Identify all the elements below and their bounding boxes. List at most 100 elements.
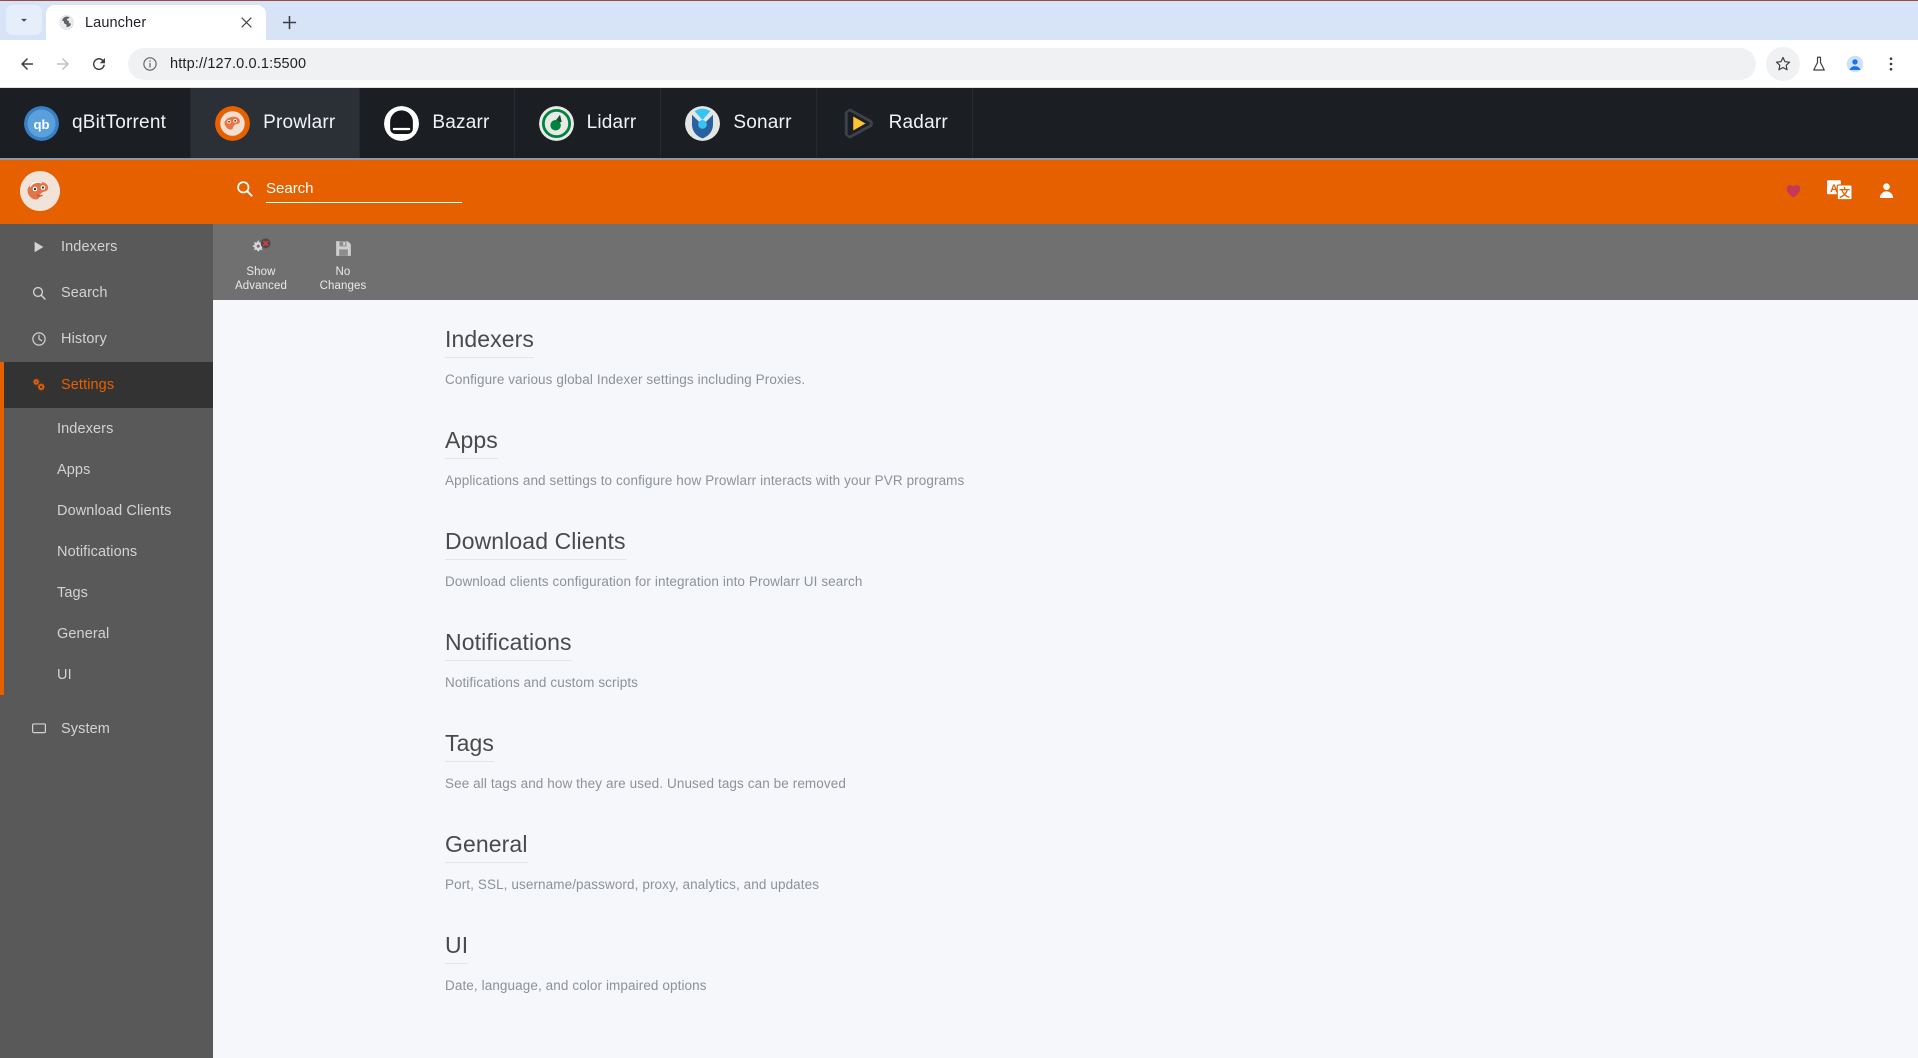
launcher-item-qbittorrent[interactable]: qb qBitTorrent xyxy=(0,88,192,158)
browser-toolbar-actions xyxy=(1766,46,1908,81)
tab-close-button[interactable] xyxy=(236,13,256,33)
settings-section-apps[interactable]: Apps Applications and settings to config… xyxy=(445,427,1918,488)
bazarr-icon xyxy=(384,105,420,141)
settings-section-title: Notifications xyxy=(445,629,572,661)
settings-section-title: Tags xyxy=(445,730,494,762)
advanced-settings-off-icon xyxy=(249,235,273,261)
settings-section-general[interactable]: General Port, SSL, username/password, pr… xyxy=(445,831,1918,892)
no-changes-button[interactable]: No Changes xyxy=(305,233,381,293)
tool-button-label-line1: Show xyxy=(246,266,276,278)
show-advanced-button[interactable]: Show Advanced xyxy=(223,233,299,293)
launcher-item-radarr[interactable]: Radarr xyxy=(817,88,973,158)
launcher-item-lidarr[interactable]: Lidarr xyxy=(515,88,662,158)
settings-section-title: Apps xyxy=(445,427,498,459)
settings-section-indexers[interactable]: Indexers Configure various global Indexe… xyxy=(445,326,1918,387)
sidebar-item-settings[interactable]: Settings xyxy=(0,362,213,408)
tool-button-label-line2: Advanced xyxy=(235,279,287,292)
sidebar-item-label: Indexers xyxy=(61,239,118,255)
sidebar-subitem-label: Apps xyxy=(57,461,91,478)
sidebar-item-search[interactable]: Search xyxy=(0,270,213,316)
search-icon xyxy=(30,285,47,301)
sidebar-item-settings-download-clients[interactable]: Download Clients xyxy=(0,490,213,531)
tool-button-label-line1: No xyxy=(335,266,351,278)
save-disk-icon xyxy=(333,235,354,261)
launcher-label: qBitTorrent xyxy=(72,112,167,133)
sidebar-item-indexers[interactable]: Indexers xyxy=(0,224,213,270)
sidebar-item-label: Search xyxy=(61,285,108,301)
bookmark-star-button[interactable] xyxy=(1766,46,1800,81)
sidebar-subitem-label: Download Clients xyxy=(57,502,172,519)
settings-section-description: Port, SSL, username/password, proxy, ana… xyxy=(445,877,820,892)
sidebar-subitem-label: Tags xyxy=(57,584,89,601)
launcher-item-sonarr[interactable]: Sonarr xyxy=(661,88,817,158)
launcher-item-bazarr[interactable]: Bazarr xyxy=(360,88,515,158)
chevron-down-icon xyxy=(21,18,27,22)
settings-section-tags[interactable]: Tags See all tags and how they are used.… xyxy=(445,730,1918,791)
settings-section-ui[interactable]: UI Date, language, and color impaired op… xyxy=(445,932,1918,993)
qbittorrent-icon: qb xyxy=(24,105,59,141)
reload-button[interactable] xyxy=(82,47,116,81)
app-launcher-bar: qb qBitTorrent Prowlarr Bazarr Lidarr So… xyxy=(0,88,1918,160)
app-header: A 文 xyxy=(0,160,1918,221)
settings-section-download-clients[interactable]: Download Clients Download clients config… xyxy=(445,528,1918,589)
back-button[interactable] xyxy=(10,47,44,81)
browser-toolbar: http://127.0.0.1:5500 xyxy=(0,40,1918,88)
settings-section-title: Download Clients xyxy=(445,528,626,560)
settings-section-title: Indexers xyxy=(445,326,535,358)
close-icon xyxy=(240,17,252,28)
sidebar-item-settings-general[interactable]: General xyxy=(0,613,213,654)
sidebar: Indexers Search History Settings Indexer… xyxy=(0,221,213,1058)
chrome-menu-button[interactable] xyxy=(1874,47,1908,81)
reload-icon xyxy=(92,57,105,70)
tool-button-label: No Changes xyxy=(320,266,367,293)
launcher-label: Bazarr xyxy=(432,112,490,133)
launcher-label: Sonarr xyxy=(733,112,792,133)
settings-section-description: Download clients configuration for integ… xyxy=(445,574,863,589)
sidebar-item-settings-notifications[interactable]: Notifications xyxy=(0,531,213,572)
address-bar-url: http://127.0.0.1:5500 xyxy=(170,55,307,72)
sidebar-item-system[interactable]: System xyxy=(0,706,213,752)
tab-search-button[interactable] xyxy=(6,5,42,35)
sidebar-item-history[interactable]: History xyxy=(0,316,213,362)
sidebar-item-label: History xyxy=(61,331,107,347)
experiments-button[interactable] xyxy=(1802,47,1836,81)
sonarr-icon xyxy=(685,105,721,141)
account-icon[interactable] xyxy=(1877,181,1896,200)
browser-tab[interactable]: Launcher xyxy=(46,5,266,40)
forward-arrow-icon xyxy=(57,57,69,70)
profile-avatar-icon xyxy=(1846,55,1864,72)
tab-title: Launcher xyxy=(85,14,147,31)
settings-section-description: Notifications and custom scripts xyxy=(445,675,639,690)
radarr-icon xyxy=(841,106,876,141)
info-circle-icon xyxy=(143,56,157,71)
new-tab-button[interactable] xyxy=(272,6,306,38)
page-toolbar: Show Advanced No Changes xyxy=(213,221,1918,300)
settings-section-description: Configure various global Indexer setting… xyxy=(445,372,806,387)
translate-icon[interactable]: A 文 xyxy=(1827,180,1853,201)
launcher-label: Radarr xyxy=(888,112,948,133)
settings-list: Indexers Configure various global Indexe… xyxy=(213,300,1918,1058)
settings-section-description: See all tags and how they are used. Unus… xyxy=(445,776,846,791)
svg-text:文: 文 xyxy=(1838,187,1850,200)
donate-heart-icon[interactable] xyxy=(1784,181,1803,200)
settings-section-title: General xyxy=(445,831,528,863)
sidebar-item-settings-indexers[interactable]: Indexers xyxy=(0,408,213,449)
launcher-item-prowlarr[interactable]: Prowlarr xyxy=(191,88,361,158)
sidebar-item-settings-ui[interactable]: UI xyxy=(0,654,213,695)
sidebar-item-settings-tags[interactable]: Tags xyxy=(0,572,213,613)
prowlarr-logo[interactable] xyxy=(20,170,60,211)
lidarr-icon xyxy=(538,105,574,141)
forward-button[interactable] xyxy=(46,47,80,81)
clock-icon xyxy=(30,331,47,347)
page-viewport: qb qBitTorrent Prowlarr Bazarr Lidarr So… xyxy=(0,88,1918,1058)
address-bar[interactable]: http://127.0.0.1:5500 xyxy=(128,47,1756,80)
experiments-flask-icon xyxy=(1813,56,1825,71)
settings-section-notifications[interactable]: Notifications Notifications and custom s… xyxy=(445,629,1918,690)
search-input[interactable] xyxy=(266,179,462,203)
play-triangle-icon xyxy=(30,240,47,254)
sidebar-item-settings-apps[interactable]: Apps xyxy=(0,449,213,490)
browser-tab-strip: Launcher xyxy=(0,0,1918,40)
globe-icon xyxy=(59,15,74,30)
three-dot-menu-icon xyxy=(1889,56,1893,71)
profile-button[interactable] xyxy=(1838,47,1872,81)
